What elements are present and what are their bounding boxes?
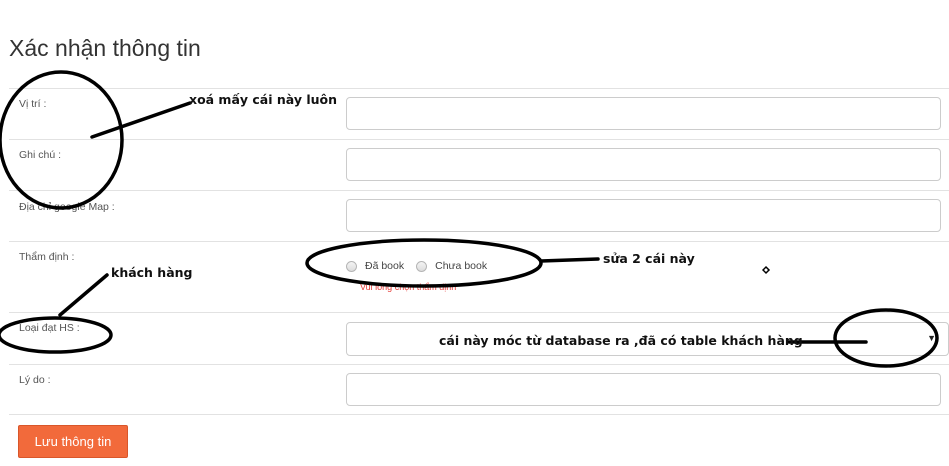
radio-option-not-booked[interactable]: Chưa book — [416, 260, 487, 272]
appraisal-validation-message: Vui lòng chọn thẩm định — [360, 282, 457, 292]
radio-option-booked[interactable]: Đã book — [346, 260, 404, 272]
annotation-customer: khách hàng — [111, 265, 193, 280]
location-label: Vị trí : — [19, 98, 47, 110]
annotation-diamond-mark — [761, 265, 771, 275]
request-type-label: Loại đạt HS : — [19, 322, 80, 334]
annotation-from-database: cái này móc từ database ra ,đã có table … — [439, 333, 803, 348]
location-input[interactable] — [346, 97, 941, 130]
radio-button-booked[interactable] — [346, 260, 357, 272]
row-divider — [9, 312, 949, 313]
row-divider — [9, 364, 949, 365]
note-label: Ghi chú : — [19, 149, 62, 161]
reason-label: Lý do : — [19, 374, 51, 386]
note-input[interactable] — [346, 148, 941, 181]
radio-label-booked: Đã book — [365, 260, 405, 272]
page-title: Xác nhận thông tin — [9, 35, 201, 61]
radio-label-not-booked: Chưa book — [435, 260, 488, 272]
reason-input[interactable] — [346, 373, 941, 406]
row-divider — [9, 190, 949, 191]
annotation-stroke-customer — [58, 273, 109, 317]
map-address-label: Địa chỉ google Map : — [19, 201, 115, 213]
caret-down-icon: ▼ — [927, 333, 936, 343]
annotation-stroke-edit — [539, 257, 600, 263]
annotation-remove-these: xoá mấy cái này luôn — [189, 92, 337, 107]
map-address-input[interactable] — [346, 199, 941, 232]
annotation-oval-labels — [0, 70, 124, 210]
annotation-edit-these-two: sửa 2 cái này — [603, 251, 695, 266]
appraisal-label: Thẩm định : — [19, 251, 75, 263]
appraisal-radio-group: Đã book Chưa book — [346, 260, 499, 272]
row-divider — [9, 88, 949, 89]
radio-button-not-booked[interactable] — [416, 260, 428, 272]
save-button[interactable]: Lưu thông tin — [18, 425, 128, 458]
row-divider — [9, 241, 949, 242]
annotation-stroke-remove — [90, 101, 192, 139]
row-divider — [9, 414, 949, 415]
row-divider — [9, 139, 949, 140]
